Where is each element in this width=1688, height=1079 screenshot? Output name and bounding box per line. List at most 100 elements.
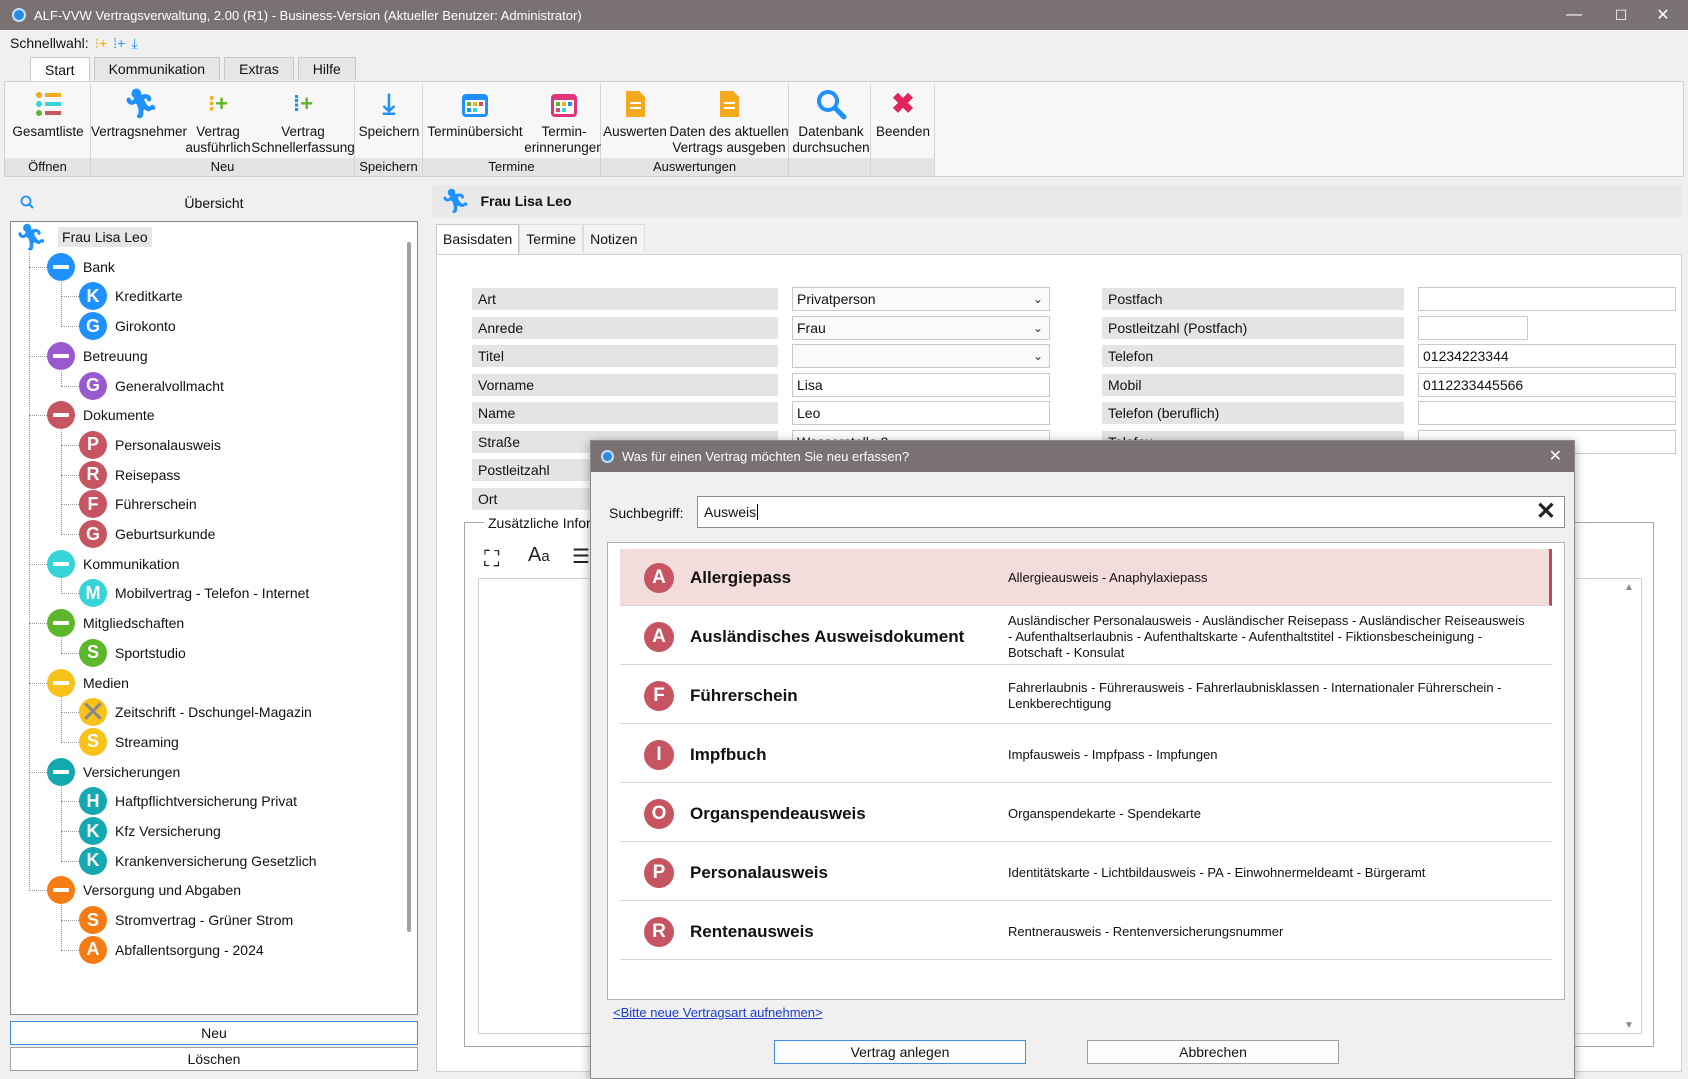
quick-contract-fast-icon[interactable]: ⁞+: [113, 35, 125, 51]
detail-tabs: Basisdaten Termine Notizen: [436, 224, 645, 254]
tree-item[interactable]: F Führerschein: [79, 489, 197, 519]
appointment-overview-button[interactable]: Terminübersicht: [425, 84, 525, 158]
tree-item[interactable]: G Girokonto: [79, 311, 176, 341]
tree-item[interactable]: H Haftpflichtversicherung Privat: [79, 786, 297, 816]
tree-scrollbar[interactable]: [407, 242, 411, 932]
tree-category[interactable]: Dokumente: [47, 400, 155, 430]
collapse-icon[interactable]: [47, 549, 75, 578]
collapse-icon[interactable]: [47, 757, 75, 786]
contract-tree[interactable]: 🏃︎ Frau Lisa Leo Bank K Kreditkarte G Girokont…: [10, 221, 418, 1015]
dialog-app-icon: [601, 450, 614, 463]
collapse-icon[interactable]: [47, 876, 75, 905]
fullscreen-icon[interactable]: ⛶: [484, 546, 499, 572]
contract-type-row[interactable]: A Allergiepass Allergieausweis - Anaphylax…: [620, 549, 1552, 606]
contract-type-list[interactable]: A Allergiepass Allergieausweis - Anaphylax…: [607, 542, 1565, 1000]
tree-item[interactable]: G Geburtsurkunde: [79, 519, 215, 549]
contract-type-row[interactable]: O Organspendeausweis Organspendekarte - Sp…: [620, 785, 1552, 842]
delete-button[interactable]: Löschen: [10, 1047, 418, 1071]
font-icon[interactable]: Aa: [528, 544, 550, 567]
appointment-reminders-button[interactable]: Termin- erinnerungen: [524, 84, 604, 158]
tree-item[interactable]: S Stromvertrag - Grüner Strom: [79, 905, 293, 935]
tree-category[interactable]: Bank: [47, 252, 115, 282]
field-input[interactable]: Leo: [792, 401, 1050, 425]
field-input[interactable]: ⌄: [792, 344, 1050, 368]
group-label-appointments: Termine: [423, 158, 600, 176]
list-format-icon[interactable]: ☰: [572, 544, 590, 569]
tree-item[interactable]: S Streaming: [79, 727, 179, 757]
field-input[interactable]: [1418, 401, 1676, 425]
cancel-button[interactable]: Abbrechen: [1087, 1040, 1339, 1064]
add-contract-type-link[interactable]: <Bitte neue Vertragsart aufnehmen>: [613, 1005, 823, 1020]
overall-list-button[interactable]: Gesamtliste: [8, 84, 88, 158]
tab-hilfe[interactable]: Hilfe: [297, 57, 356, 80]
field-input[interactable]: Lisa: [792, 372, 1050, 397]
contract-type-row[interactable]: I Impfbuch Impfausweis - Impfpass - Impfun…: [620, 726, 1552, 783]
collapse-icon[interactable]: [47, 252, 75, 281]
tab-termine[interactable]: Termine: [519, 224, 584, 252]
contract-type-row[interactable]: A Ausländisches Ausweisdokument Ausländisc…: [620, 608, 1552, 665]
tree-connector: [61, 279, 62, 327]
field-input[interactable]: 01234223344: [1418, 344, 1676, 368]
save-button[interactable]: ⤓ Speichern: [357, 84, 421, 158]
collapse-icon[interactable]: [47, 341, 75, 370]
tree-item-label: Reisepass: [115, 466, 181, 483]
tree-category[interactable]: Betreuung: [47, 341, 148, 371]
tree-item[interactable]: M Mobilvertrag - Telefon - Internet: [79, 578, 309, 608]
tree-item[interactable]: S Sportstudio: [79, 638, 186, 668]
tree-item[interactable]: K Kfz Versicherung: [79, 816, 221, 846]
search-icon[interactable]: [20, 195, 34, 212]
tab-notizen[interactable]: Notizen: [583, 224, 645, 252]
tree-item[interactable]: R Reisepass: [79, 460, 180, 490]
new-button[interactable]: Neu: [10, 1021, 418, 1045]
search-term-value: Ausweis: [704, 504, 757, 520]
collapse-icon[interactable]: [47, 668, 75, 697]
field-input[interactable]: [1418, 287, 1676, 311]
tree-category[interactable]: Versorgung und Abgaben: [47, 875, 241, 905]
contract-type-row[interactable]: R Rentenausweis Rentnerausweis - Rentenver…: [620, 903, 1552, 960]
tree-category[interactable]: Mitgliedschaften: [47, 608, 184, 638]
quick-save-icon[interactable]: ⤓: [131, 35, 137, 52]
contract-letter-icon: K: [79, 817, 107, 845]
tree-item[interactable]: P Personalausweis: [79, 430, 221, 460]
create-contract-button[interactable]: Vertrag anlegen: [774, 1040, 1026, 1064]
dialog-close-icon[interactable]: ✕: [1549, 446, 1562, 466]
tab-kommunikation[interactable]: Kommunikation: [93, 57, 221, 80]
field-input[interactable]: Frau ⌄: [792, 315, 1050, 340]
tree-item[interactable]: A Abfallentsorgung - 2024: [79, 935, 264, 965]
tab-basisdaten[interactable]: Basisdaten: [436, 224, 520, 254]
field-input[interactable]: Privatperson ⌄: [792, 287, 1050, 311]
tree-category[interactable]: Medien: [47, 668, 129, 698]
quick-contract-detail-icon[interactable]: ⁝+: [95, 35, 108, 52]
contract-detailed-button[interactable]: ⁝+ Vertrag ausführlich: [185, 84, 250, 158]
tab-extras[interactable]: Extras: [224, 57, 294, 80]
search-term-input[interactable]: Ausweis ✕: [697, 496, 1565, 528]
tree-item[interactable]: K Kreditkarte: [79, 281, 183, 311]
field-input[interactable]: 0112233445566: [1418, 372, 1676, 397]
scroll-up-icon[interactable]: ▲: [1624, 582, 1634, 593]
scroll-down-icon[interactable]: ▼: [1624, 1020, 1634, 1031]
collapse-icon[interactable]: [47, 401, 75, 430]
tree-item[interactable]: ✕ Zeitschrift - Dschungel-Magazin: [79, 696, 312, 729]
tab-start[interactable]: Start: [30, 57, 90, 81]
contract-type-row[interactable]: P Personalausweis Identitätskarte - Lichtb…: [620, 844, 1552, 901]
tree-item[interactable]: K Krankenversicherung Gesetzlich: [79, 846, 317, 876]
field-input[interactable]: [1418, 315, 1528, 340]
tree-root[interactable]: 🏃︎ Frau Lisa Leo: [15, 222, 152, 252]
tree-category[interactable]: Versicherungen: [47, 757, 180, 787]
contract-quick-button[interactable]: ⁞+ Vertrag Schnellerfassung: [251, 84, 355, 158]
minimize-button[interactable]: —: [1549, 0, 1599, 30]
close-button[interactable]: ✕: [1638, 0, 1688, 30]
clear-search-icon[interactable]: ✕: [1536, 497, 1556, 527]
evaluate-button[interactable]: Auswerten: [603, 84, 667, 158]
exit-button[interactable]: ✖ Beenden: [873, 84, 933, 158]
contract-holder-button[interactable]: 🏃︎ Vertragsnehmer: [91, 84, 187, 158]
tree-item[interactable]: G Generalvollmacht: [79, 371, 224, 401]
export-contract-button[interactable]: Daten des aktuellen Vertrags ausgeben: [669, 84, 789, 158]
contract-type-row[interactable]: F Führerschein Fahrerlaubnis - Führerauswe…: [620, 667, 1552, 724]
tree-category[interactable]: Kommunikation: [47, 549, 180, 579]
collapse-icon[interactable]: [47, 609, 75, 638]
search-database-button[interactable]: Datenbank durchsuchen: [791, 84, 871, 158]
additional-info-legend: Zusätzliche Inform: [484, 515, 607, 531]
field-label: Vorname: [472, 373, 778, 396]
group-label-exit: [871, 158, 934, 176]
